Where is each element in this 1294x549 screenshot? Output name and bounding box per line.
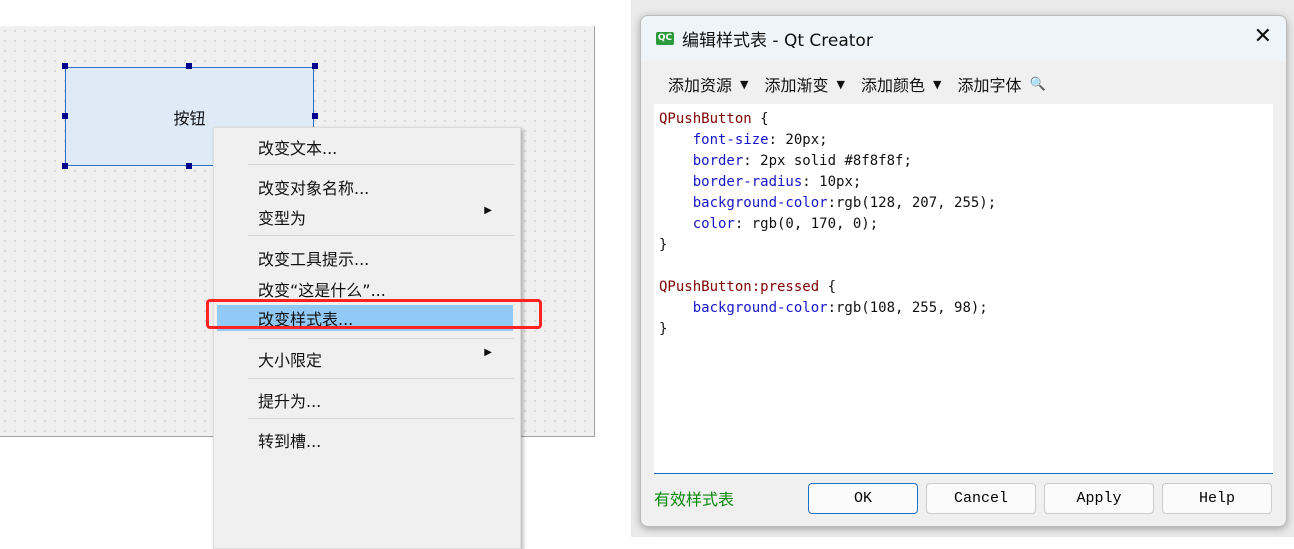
menu-item-label: 改变工具提示...: [258, 250, 370, 269]
code-token: :rgb(108, 255, 98);: [827, 300, 988, 316]
menu-item[interactable]: 改变“这是什么”...: [258, 277, 508, 301]
code-token: : 2px solid #8f8f8f;: [743, 153, 912, 169]
code-token: }: [659, 237, 668, 253]
menu-separator: [248, 378, 514, 379]
validity-status: 有效样式表: [654, 490, 735, 509]
widget-label: 按钮: [173, 108, 206, 128]
code-token: color: [659, 216, 735, 232]
code-line: background-color:rgb(128, 207, 255);: [659, 193, 1273, 214]
cancel-button[interactable]: Cancel: [926, 483, 1036, 514]
code-token: :rgb(128, 207, 255);: [827, 195, 997, 211]
code-token: {: [751, 111, 769, 127]
code-line: background-color:rgb(108, 255, 98);: [659, 298, 1273, 319]
resize-handle[interactable]: [312, 113, 318, 119]
code-token: border-radius: [659, 174, 803, 190]
help-button[interactable]: Help: [1162, 483, 1272, 514]
menu-item-label: 改变文本...: [258, 139, 338, 158]
submenu-arrow-icon: ▶: [484, 347, 492, 358]
resize-handle[interactable]: [312, 63, 318, 69]
submenu-arrow-icon: ▶: [484, 205, 492, 216]
menu-item[interactable]: 转到槽...: [258, 428, 508, 452]
resize-handle[interactable]: [62, 63, 68, 69]
code-token: {: [819, 279, 837, 295]
code-token: : rgb(0, 170, 0);: [734, 216, 879, 232]
context-menu: 改变文本... 改变对象名称... 变型为 ▶ 改变工具提示... 改变“这是什么”...…: [213, 127, 521, 549]
annotation-box: [206, 299, 542, 329]
menu-item[interactable]: 改变文本...: [258, 135, 508, 159]
code-line: border-radius: 10px;: [659, 172, 1273, 193]
code-line: }: [659, 235, 1273, 256]
add-resource-button[interactable]: 添加资源: [668, 72, 732, 96]
resize-handle[interactable]: [186, 163, 192, 169]
code-token: font-size: [659, 132, 769, 148]
dialog-title: 编辑样式表 - Qt Creator: [682, 31, 873, 51]
menu-separator: [248, 338, 514, 339]
menu-item[interactable]: 改变工具提示...: [258, 246, 508, 270]
code-token: : 10px;: [802, 174, 862, 190]
menu-item-label: 大小限定: [258, 351, 323, 370]
add-font-button[interactable]: 添加字体: [957, 72, 1021, 96]
resize-handle[interactable]: [62, 113, 68, 119]
code-token: background-color: [659, 195, 828, 211]
menu-item-label: 改变对象名称...: [258, 179, 370, 198]
menu-item[interactable]: 大小限定 ▶: [258, 347, 508, 371]
menu-item-label: 转到槽...: [258, 432, 322, 451]
chevron-down-icon[interactable]: ▼: [837, 78, 845, 91]
chevron-down-icon[interactable]: ▼: [740, 78, 748, 91]
toolbar: 添加资源 ▼ 添加渐变 ▼ 添加颜色 ▼ 添加字体 🔍: [668, 72, 1046, 96]
code-line: }: [659, 319, 1273, 340]
add-gradient-button[interactable]: 添加渐变: [764, 72, 828, 96]
code-line: QPushButton {: [659, 109, 1273, 130]
menu-item-label: 提升为...: [258, 392, 322, 411]
menu-separator: [248, 235, 514, 236]
edit-stylesheet-dialog: QC 编辑样式表 - Qt Creator ✕ 添加资源 ▼ 添加渐变 ▼ 添加颜色…: [640, 15, 1287, 527]
code-token: }: [659, 321, 668, 337]
code-line: QPushButton:pressed {: [659, 277, 1273, 298]
resize-handle[interactable]: [186, 63, 192, 69]
code-token: : 20px;: [768, 132, 828, 148]
add-color-button[interactable]: 添加颜色: [861, 72, 925, 96]
menu-item-label: 变型为: [258, 209, 307, 228]
apply-button[interactable]: Apply: [1044, 483, 1154, 514]
code-line: font-size: 20px;: [659, 130, 1273, 151]
menu-separator: [248, 164, 514, 165]
code-token: background-color: [659, 300, 828, 316]
stylesheet-editor[interactable]: QPushButton { font-size: 20px; border: 2…: [654, 104, 1273, 474]
close-icon[interactable]: ✕: [1254, 24, 1272, 49]
chevron-down-icon[interactable]: ▼: [933, 78, 941, 91]
code-token: QPushButton:pressed: [659, 279, 820, 295]
code-token: QPushButton: [659, 111, 752, 127]
menu-item[interactable]: 改变对象名称...: [258, 175, 508, 199]
resize-handle[interactable]: [62, 163, 68, 169]
ok-button[interactable]: OK: [808, 483, 918, 514]
title-bar: QC 编辑样式表 - Qt Creator ✕: [641, 16, 1286, 61]
code-line: color: rgb(0, 170, 0);: [659, 214, 1273, 235]
code-token: border: [659, 153, 744, 169]
magnifier-icon[interactable]: 🔍: [1029, 77, 1045, 92]
qt-creator-icon: QC: [656, 32, 674, 45]
menu-item[interactable]: 提升为...: [258, 388, 508, 412]
menu-item[interactable]: 变型为 ▶: [258, 205, 508, 229]
code-line: border: 2px solid #8f8f8f;: [659, 151, 1273, 172]
menu-item-label: 改变“这是什么”...: [258, 281, 386, 300]
menu-separator: [248, 418, 514, 419]
